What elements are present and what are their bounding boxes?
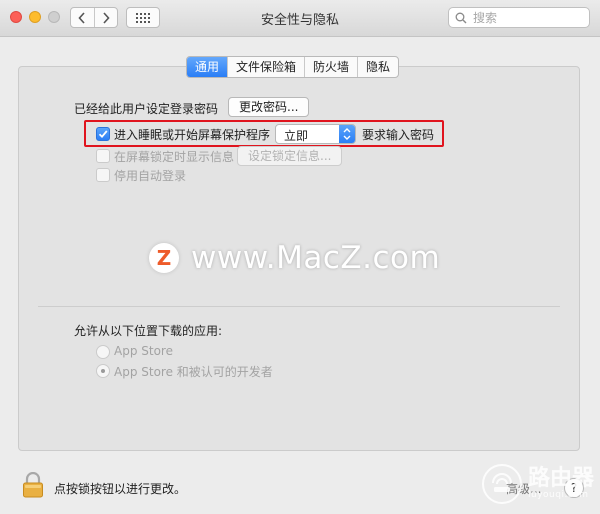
password-set-label: 已经给此用户设定登录密码 xyxy=(74,102,219,116)
tab-general[interactable]: 通用 xyxy=(187,57,228,77)
back-button[interactable] xyxy=(71,8,94,27)
back-forward-group xyxy=(70,7,118,28)
watermark: Z www.MacZ.com xyxy=(149,240,440,276)
show-all-button[interactable] xyxy=(126,7,160,28)
minimize-window-button[interactable] xyxy=(29,11,41,23)
divider xyxy=(38,306,560,307)
show-message-checkbox[interactable] xyxy=(96,149,110,163)
router-logo-icon xyxy=(481,464,522,504)
window-title: 安全性与隐私 xyxy=(260,13,339,28)
highlight-box xyxy=(84,120,444,147)
corner-watermark: 路由器 luyouqi.com xyxy=(481,460,594,508)
chevron-left-icon xyxy=(78,11,85,24)
search-icon xyxy=(455,12,467,23)
tab-bar: 通用 文件保险箱 防火墙 隐私 xyxy=(186,56,400,78)
chevron-right-icon xyxy=(103,11,110,24)
change-password-button[interactable]: 更改密码... xyxy=(228,97,310,117)
set-lock-message-button[interactable]: 设定锁定信息... xyxy=(237,146,343,166)
lock-button[interactable] xyxy=(22,471,44,501)
radio-app-store[interactable] xyxy=(96,345,110,359)
show-message-label: 在屏幕锁定时显示信息 xyxy=(114,150,235,164)
watermark-text: www.MacZ.com xyxy=(191,240,441,276)
close-window-button[interactable] xyxy=(10,11,22,23)
radio-app-store-identified[interactable] xyxy=(96,364,110,378)
padlock-icon xyxy=(23,471,43,498)
disable-auto-login-checkbox[interactable] xyxy=(96,168,110,182)
allow-downloads-title: 允许从以下位置下载的应用: xyxy=(74,324,223,338)
corner-watermark-text: 路由器 xyxy=(527,466,594,491)
radio-app-store-label: App Store xyxy=(114,344,173,358)
tab-privacy[interactable]: 隐私 xyxy=(357,57,398,77)
lock-hint-text: 点按锁按钮以进行更改。 xyxy=(54,482,187,496)
search-input[interactable] xyxy=(471,9,585,26)
corner-watermark-sub: luyouqi.com xyxy=(527,490,589,500)
disable-auto-login-label: 停用自动登录 xyxy=(114,169,187,183)
radio-app-store-identified-label: App Store 和被认可的开发者 xyxy=(114,365,273,379)
grid-icon xyxy=(136,12,150,23)
macz-logo-icon: Z xyxy=(149,243,179,273)
tab-filevault[interactable]: 文件保险箱 xyxy=(227,57,304,77)
forward-button[interactable] xyxy=(93,8,118,27)
zoom-window-button[interactable] xyxy=(48,11,60,23)
search-field[interactable] xyxy=(448,7,590,28)
tab-firewall[interactable]: 防火墙 xyxy=(304,57,357,77)
title-bar: 安全性与隐私 xyxy=(0,0,600,37)
